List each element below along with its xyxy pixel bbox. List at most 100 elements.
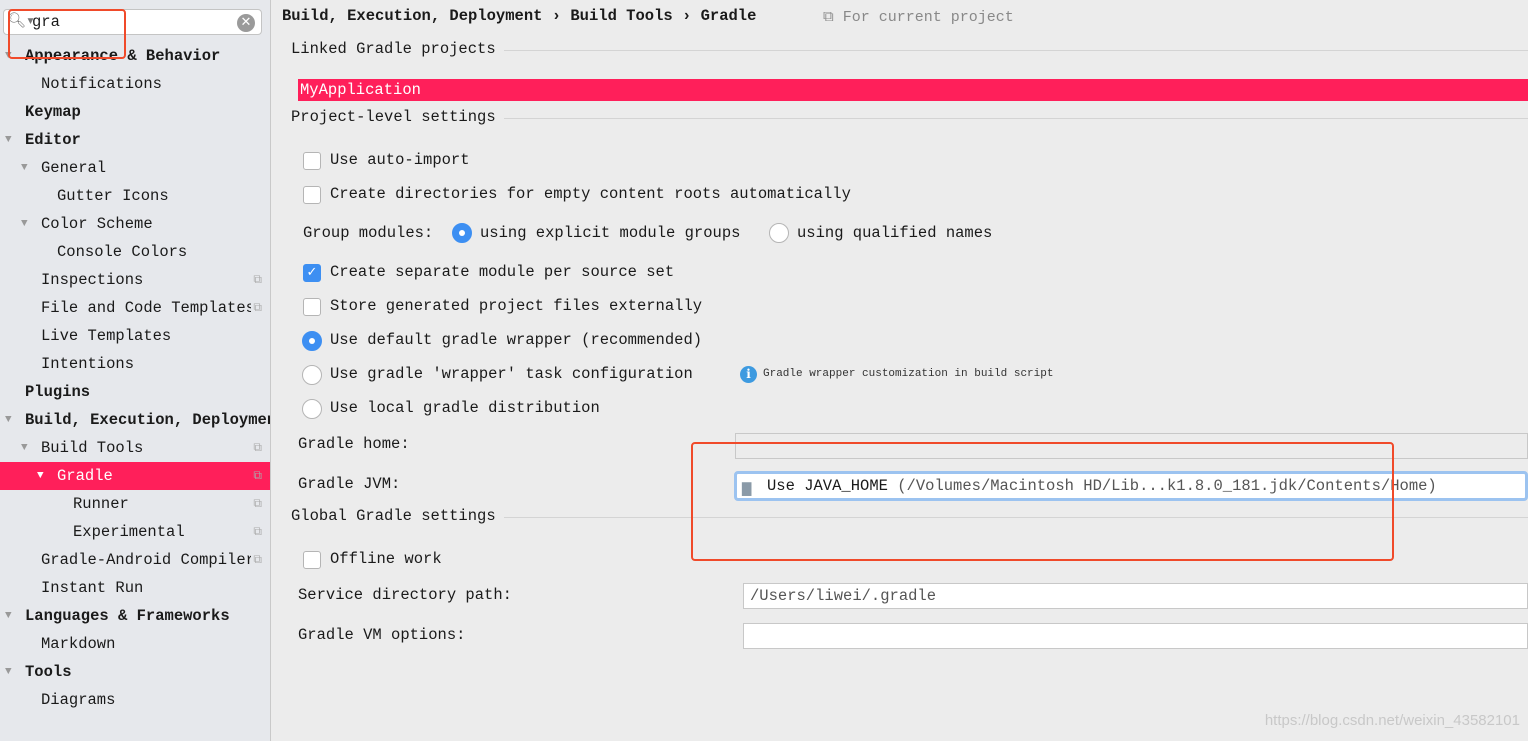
settings-sidebar: 🔍︎▾ gra ✕ ▼ Appearance & Behavior Notifica… — [0, 0, 271, 741]
sidebar-item[interactable]: File and Code Templates ⧉ — [0, 294, 270, 322]
sidebar-item[interactable]: ▼ Color Scheme — [0, 210, 270, 238]
annotation-box-search — [8, 9, 126, 59]
section-title: Global Gradle settings — [291, 507, 504, 525]
service-dir-field[interactable]: /Users/liwei/.gradle — [743, 583, 1528, 609]
copy-icon: ⧉ — [823, 9, 834, 26]
sidebar-item-label: Keymap — [25, 103, 81, 121]
sidebar-item-label: Gradle — [57, 467, 113, 485]
group-qualified-radio[interactable] — [769, 223, 789, 243]
expand-arrow-icon[interactable]: ▼ — [21, 154, 28, 182]
sidebar-item[interactable]: Live Templates — [0, 322, 270, 350]
sidebar-item-label: Markdown — [41, 635, 116, 653]
breadcrumb-item: Build, Execution, Deployment — [282, 7, 543, 25]
section-title: Linked Gradle projects — [291, 40, 504, 58]
clear-search-icon[interactable]: ✕ — [237, 14, 255, 32]
vm-options-field[interactable] — [743, 623, 1528, 649]
sidebar-item-label: General — [41, 159, 107, 177]
gradle-settings-panel: Build, Execution, Deployment › Build Too… — [272, 0, 1528, 741]
sidebar-item[interactable]: Runner ⧉ — [0, 490, 270, 518]
sidebar-item[interactable]: Gradle-Android Compiler ⧉ — [0, 546, 270, 574]
sidebar-item-label: Notifications — [41, 75, 162, 93]
sidebar-item-label: Build, Execution, Deployment — [25, 411, 270, 429]
expand-arrow-icon[interactable]: ▼ — [5, 658, 12, 686]
sidebar-item-label: Runner — [73, 495, 129, 513]
linked-project-row[interactable]: MyApplication — [298, 79, 1528, 101]
wrapper-hint: Gradle wrapper customization in build sc… — [763, 368, 1054, 380]
project-scope-icon: ⧉ — [251, 266, 262, 294]
sidebar-item[interactable]: Intentions — [0, 350, 270, 378]
store-external-label: Store generated project files externally — [330, 297, 703, 315]
sidebar-item-label: Intentions — [41, 355, 135, 373]
default-wrapper-label: Use default gradle wrapper (recommended) — [330, 331, 703, 349]
sidebar-item-label: Gradle-Android Compiler — [41, 551, 255, 569]
wrapper-task-label: Use gradle 'wrapper' task configuration — [330, 365, 693, 383]
sidebar-item[interactable]: Inspections ⧉ — [0, 266, 270, 294]
sidebar-item-label: Editor — [25, 131, 81, 149]
create-dirs-label: Create directories for empty content roo… — [330, 185, 851, 203]
group-explicit-label: using explicit module groups — [480, 224, 741, 242]
gradle-jvm-label: Gradle JVM: — [298, 475, 401, 493]
sidebar-item-label: Live Templates — [41, 327, 172, 345]
offline-work-label: Offline work — [330, 550, 442, 568]
store-external-checkbox[interactable] — [303, 298, 321, 316]
annotation-box-jvm — [691, 442, 1394, 561]
create-dirs-checkbox[interactable] — [303, 186, 321, 204]
sidebar-item[interactable]: Gutter Icons — [0, 182, 270, 210]
default-wrapper-radio[interactable] — [302, 331, 322, 351]
service-dir-label: Service directory path: — [298, 586, 512, 604]
offline-work-checkbox[interactable] — [303, 551, 321, 569]
expand-arrow-icon[interactable]: ▼ — [5, 602, 12, 630]
scope-label: ⧉ For current project — [823, 8, 1014, 26]
sidebar-item[interactable]: Experimental ⧉ — [0, 518, 270, 546]
expand-arrow-icon[interactable]: ▼ — [37, 462, 44, 490]
sidebar-item[interactable]: Keymap — [0, 98, 270, 126]
gradle-home-label: Gradle home: — [298, 435, 410, 453]
sidebar-item-label: Gutter Icons — [57, 187, 169, 205]
wrapper-task-radio[interactable] — [302, 365, 322, 385]
section-linked: Linked Gradle projects — [291, 40, 1528, 60]
group-explicit-radio[interactable] — [452, 223, 472, 243]
sidebar-item[interactable]: ▼ Tools — [0, 658, 270, 686]
group-modules-label: Group modules: — [303, 224, 434, 242]
sidebar-item[interactable]: ▼ Languages & Frameworks — [0, 602, 270, 630]
sidebar-item[interactable]: Console Colors — [0, 238, 270, 266]
local-dist-radio[interactable] — [302, 399, 322, 419]
expand-arrow-icon[interactable]: ▼ — [5, 126, 12, 154]
sidebar-item[interactable]: ▼ General — [0, 154, 270, 182]
sidebar-item[interactable]: ▼ Gradle ⧉ — [0, 462, 270, 490]
group-qualified-label: using qualified names — [797, 224, 993, 242]
sidebar-item-label: Languages & Frameworks — [25, 607, 230, 625]
section-project-level: Project-level settings — [291, 108, 1528, 128]
separate-module-checkbox[interactable]: ✓ — [303, 264, 321, 282]
sidebar-item-label: Inspections — [41, 271, 144, 289]
vm-options-label: Gradle VM options: — [298, 626, 466, 644]
project-scope-icon: ⧉ — [251, 518, 262, 546]
breadcrumb-item: Build Tools — [570, 7, 673, 25]
watermark: https://blog.csdn.net/weixin_43582101 — [1264, 712, 1520, 729]
project-scope-icon: ⧉ — [251, 434, 262, 462]
sidebar-item[interactable]: Instant Run — [0, 574, 270, 602]
project-scope-icon: ⧉ — [251, 462, 262, 490]
expand-arrow-icon[interactable]: ▼ — [5, 406, 12, 434]
expand-arrow-icon[interactable]: ▼ — [21, 434, 28, 462]
sidebar-item-label: Diagrams — [41, 691, 116, 709]
breadcrumb-item: Gradle — [700, 7, 757, 25]
sidebar-item[interactable]: Notifications — [0, 70, 270, 98]
project-scope-icon: ⧉ — [251, 546, 262, 574]
sidebar-item[interactable]: Diagrams — [0, 686, 270, 714]
sidebar-item-label: Plugins — [25, 383, 91, 401]
local-dist-label: Use local gradle distribution — [330, 399, 600, 417]
sidebar-item[interactable]: ▼ Build, Execution, Deployment — [0, 406, 270, 434]
sidebar-item[interactable]: Markdown — [0, 630, 270, 658]
info-icon: i — [740, 366, 757, 383]
sidebar-item[interactable]: Plugins — [0, 378, 270, 406]
sidebar-item-label: File and Code Templates — [41, 299, 255, 317]
auto-import-checkbox[interactable] — [303, 152, 321, 170]
project-scope-icon: ⧉ — [251, 490, 262, 518]
sidebar-item-label: Color Scheme — [41, 215, 153, 233]
sidebar-item[interactable]: ▼ Build Tools ⧉ — [0, 434, 270, 462]
project-scope-icon: ⧉ — [251, 294, 262, 322]
breadcrumb: Build, Execution, Deployment › Build Too… — [282, 7, 757, 25]
sidebar-item[interactable]: ▼ Editor — [0, 126, 270, 154]
expand-arrow-icon[interactable]: ▼ — [21, 210, 28, 238]
